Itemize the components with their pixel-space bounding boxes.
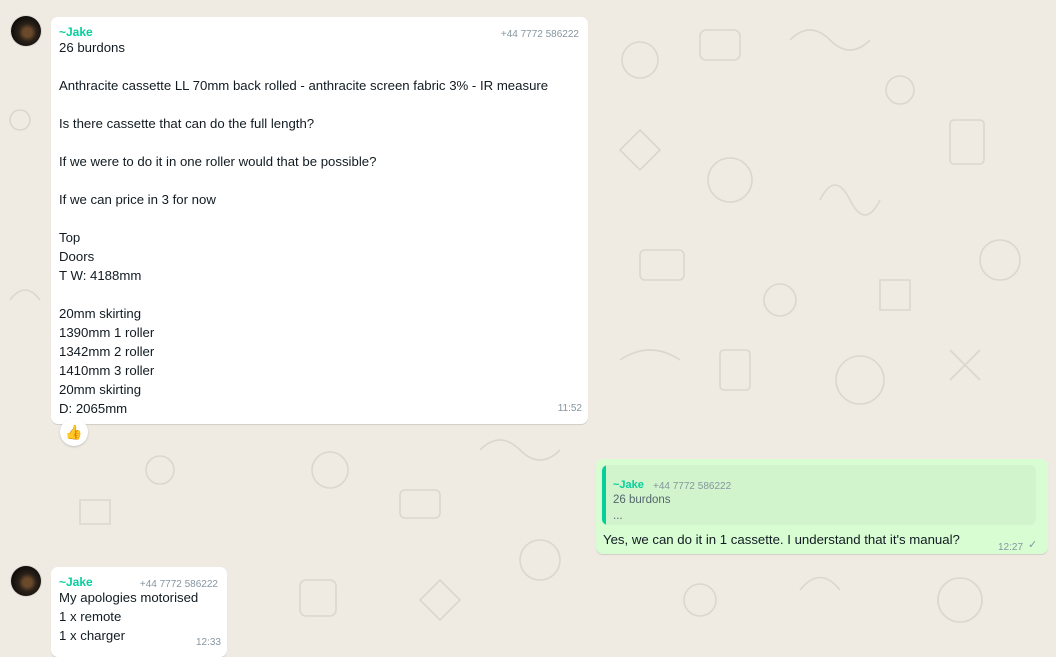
message-line: 26 burdons xyxy=(59,40,125,55)
message-line: 20mm skirting xyxy=(59,306,142,321)
message-line xyxy=(59,285,580,304)
message-line: 20mm skirting xyxy=(59,382,142,397)
message-line: My apologies motorised xyxy=(59,590,199,605)
message-line: 1390mm 1 roller xyxy=(59,325,155,340)
message-line: 1410mm 3 roller xyxy=(59,363,155,378)
message-time: 12:33 xyxy=(195,637,221,648)
message-line: If we were to do it in one roller would … xyxy=(59,154,377,169)
outgoing-message-bubble[interactable]: ~Jake +44 7772 586222 26 burdons ... Yes… xyxy=(596,459,1048,554)
message-text: Yes, we can do it in 1 cassette. I under… xyxy=(603,532,960,547)
incoming-message-bubble[interactable]: ~Jake +44 7772 586222 26 burdons Anthrac… xyxy=(51,17,588,424)
quoted-text-ellipsis: ... xyxy=(613,510,623,522)
message-line: Is there cassette that can do the full l… xyxy=(59,116,315,131)
message-line xyxy=(59,209,580,228)
thumbs-up-reaction[interactable]: 👍 xyxy=(60,418,88,446)
message-line: 1 x remote xyxy=(59,609,122,624)
message-line: T W: 4188mm xyxy=(59,268,142,283)
message-line: If we can price in 3 for now xyxy=(59,192,216,207)
message-line: 1342mm 2 roller xyxy=(59,344,155,359)
incoming-message-bubble[interactable]: ~Jake +44 7772 586222 My apologies motor… xyxy=(51,567,227,657)
contact-avatar[interactable] xyxy=(11,566,41,596)
message-line: D: 2065mm xyxy=(59,401,128,416)
message-line: Doors xyxy=(59,249,95,264)
message-time: 12:27 xyxy=(998,542,1024,553)
message-line xyxy=(59,133,580,152)
message-line xyxy=(59,95,580,114)
message-line: Top xyxy=(59,230,81,245)
message-line xyxy=(59,171,580,190)
quoted-message[interactable]: ~Jake +44 7772 586222 26 burdons ... xyxy=(602,465,1036,525)
message-line: Anthracite cassette LL 70mm back rolled … xyxy=(59,78,549,93)
single-check-icon: ✓ xyxy=(1028,539,1038,551)
message-line xyxy=(59,57,580,76)
message-time: 11:52 xyxy=(557,403,582,414)
contact-avatar[interactable] xyxy=(11,16,41,46)
quote-accent-bar xyxy=(602,465,606,525)
message-text: 26 burdons Anthracite cassette LL 70mm b… xyxy=(59,38,580,418)
